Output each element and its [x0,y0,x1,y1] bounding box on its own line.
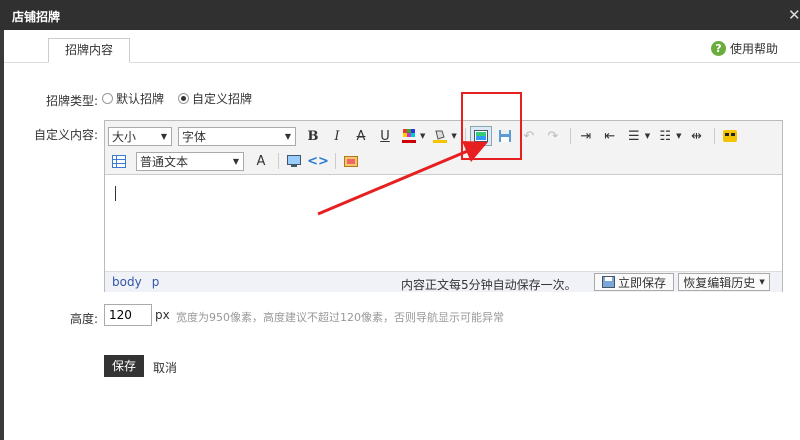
strikethrough-button[interactable]: A [350,126,372,146]
text-cursor [115,186,116,201]
save-now-label: 立即保存 [617,275,666,290]
toolbar-divider [713,128,715,144]
chevron-down-icon[interactable]: ▼ [645,132,650,140]
paragraph-format-value: 普通文本 [140,154,189,169]
highlight-box [461,92,522,160]
emoticon-button[interactable] [719,126,741,146]
tab-sign-content[interactable]: 招牌内容 [48,38,130,63]
radio-custom-circle[interactable] [178,93,190,104]
floppy-icon [601,276,615,288]
close-icon[interactable]: ✕ [788,6,800,24]
redo-button[interactable]: ↷ [542,126,564,146]
insert-flash-button[interactable] [340,151,362,171]
paragraph-format-select[interactable]: 普通文本 ▼ [136,151,244,171]
height-input[interactable] [104,304,152,326]
radio-default-circle[interactable] [102,93,113,104]
restore-history-dropdown[interactable]: 恢复编辑历史 ▼ [678,273,770,291]
save-button[interactable]: 保存 [104,355,144,377]
chevron-down-icon: ▼ [759,278,765,286]
editor-toolbar: 大小 ▼ 字体 ▼ B I A U ▼ ▼ ↶ ↷ ⇥ ⇤ ☰ ▼ ☷ ▼ ⇹ … [105,121,782,175]
emoticon-icon [722,130,737,142]
sign-type-label: 招牌类型: [46,94,99,108]
question-icon: ? [710,41,726,56]
editor-statusbar: body p 内容正文每5分钟自动保存一次。 立即保存 恢复编辑历史 ▼ [105,271,782,292]
height-hint: 宽度为950像素，高度建议不超过120像素，否则导航显示可能异常 [176,311,504,324]
font-family-select[interactable]: 字体 ▼ [178,126,296,146]
numbered-list-button[interactable]: ☷ [654,126,676,146]
path-body[interactable]: body [112,275,142,289]
bold-button[interactable]: B [302,126,324,146]
sign-type-radios: 默认招牌 自定义招牌 [102,90,266,107]
folder-icon [344,156,358,167]
window-titlebar: 店铺招牌 ✕ [0,0,800,30]
font-color-icon [402,129,416,143]
bullet-list-button[interactable]: ☰ [623,126,645,146]
chevron-down-icon: ▼ [160,131,167,141]
height-unit: px [155,308,170,322]
font-family-value: 字体 [182,129,207,144]
path-p[interactable]: p [152,275,160,289]
source-code-button[interactable]: <> [307,151,329,171]
bg-color-button[interactable] [429,126,451,146]
toolbar-divider [569,128,571,144]
chevron-down-icon: ▼ [232,156,239,166]
save-now-button[interactable]: 立即保存 [594,273,674,291]
help-label: 使用帮助 [729,42,778,56]
indent-button[interactable]: ⇥ [575,126,597,146]
chevron-down-icon[interactable]: ▼ [676,132,681,140]
underline-button[interactable]: U [374,126,396,146]
font-size-value: 大小 [112,129,137,144]
radio-default-sign[interactable]: 默认招牌 [102,90,164,107]
restore-history-label: 恢复编辑历史 [683,275,756,290]
clear-format-button[interactable]: A [250,151,272,171]
autosave-notice: 内容正文每5分钟自动保存一次。 [401,278,577,292]
toolbar-row-2: 普通文本 ▼ A <> [108,150,364,172]
horizontal-rule-button[interactable]: ⇹ [686,126,708,146]
table-button[interactable] [108,151,130,171]
cancel-link[interactable]: 取消 [153,359,177,376]
chevron-down-icon[interactable]: ▼ [451,132,456,140]
chevron-down-icon[interactable]: ▼ [420,132,425,140]
toolbar-divider [335,153,336,169]
font-color-button[interactable] [398,126,420,146]
radio-custom-sign[interactable]: 自定义招牌 [178,90,252,107]
toolbar-row-1: 大小 ▼ 字体 ▼ B I A U ▼ ▼ ↶ ↷ ⇥ ⇤ ☰ ▼ ☷ ▼ ⇹ [108,125,743,147]
toolbar-divider [278,153,279,169]
table-icon [112,154,126,168]
sign-dialog: 招牌内容 ? 使用帮助 招牌类型: 默认招牌 自定义招牌 自定义内容: 大小 ▼ … [4,30,800,440]
font-size-select[interactable]: 大小 ▼ [108,126,172,146]
paint-bucket-icon [433,130,448,143]
element-path: body p [112,275,169,289]
height-label: 高度: [70,312,99,326]
chevron-down-icon: ▼ [284,131,291,141]
italic-button[interactable]: I [326,126,348,146]
custom-content-label: 自定义内容: [34,128,99,142]
help-link[interactable]: ? 使用帮助 [710,40,778,57]
outdent-button[interactable]: ⇤ [599,126,621,146]
rich-text-editor: 大小 ▼ 字体 ▼ B I A U ▼ ▼ ↶ ↷ ⇥ ⇤ ☰ ▼ ☷ ▼ ⇹ … [104,120,783,292]
radio-custom-label: 自定义招牌 [192,92,253,106]
radio-default-label: 默认招牌 [116,92,165,106]
editor-content-area[interactable] [105,176,782,271]
window-title: 店铺招牌 [12,10,61,24]
insert-media-button[interactable] [283,151,305,171]
monitor-icon [287,154,301,167]
